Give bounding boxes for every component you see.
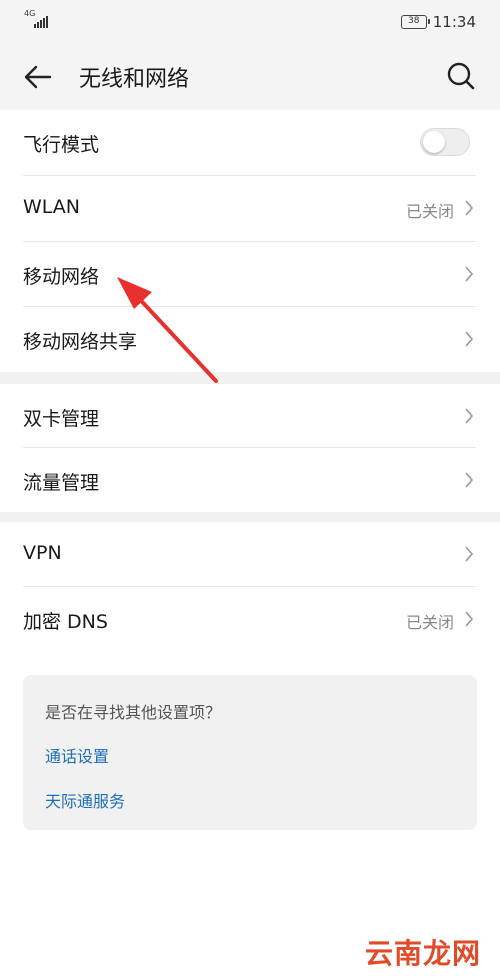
mobile-network-row[interactable]: 移动网络 (0, 242, 500, 306)
row-label: 双卡管理 (23, 408, 100, 430)
vpn-row[interactable]: VPN (0, 522, 500, 586)
toggle-knob (423, 131, 445, 153)
watermark-logo: 云南龙网 (365, 937, 482, 970)
back-button[interactable] (22, 62, 54, 92)
call-settings-link[interactable]: 通话设置 (45, 743, 109, 767)
airplane-mode-row[interactable]: 飞行模式 (0, 110, 500, 174)
chevron-right-icon (465, 408, 474, 424)
row-value: 已关闭 (405, 202, 454, 221)
search-button[interactable] (446, 61, 476, 91)
airplane-mode-toggle[interactable] (420, 128, 470, 156)
row-label: WLAN (23, 196, 81, 218)
chevron-right-icon (465, 266, 474, 282)
status-time: 11:34 (432, 13, 476, 31)
network-type: 4G (24, 9, 36, 18)
chevron-right-icon (465, 472, 474, 488)
row-label: 加密 DNS (23, 611, 108, 633)
row-label: 移动网络 (23, 266, 100, 288)
row-label: 移动网络共享 (23, 331, 138, 353)
row-label: VPN (23, 542, 62, 564)
section-gap (0, 372, 500, 384)
data-usage-row[interactable]: 流量管理 (0, 448, 500, 512)
arrow-left-icon (24, 65, 52, 89)
signal-icon: 4G (24, 10, 54, 30)
chevron-right-icon (465, 200, 474, 216)
battery-level: 38 (408, 16, 420, 26)
wlan-row[interactable]: WLAN 已关闭 (0, 176, 500, 240)
suggestions-card: 是否在寻找其他设置项？ 通话设置 天际通服务 (23, 675, 477, 830)
row-label: 飞行模式 (23, 134, 100, 156)
status-bar: 4G 38 11:34 (0, 0, 500, 44)
suggestions-question: 是否在寻找其他设置项？ (45, 703, 222, 722)
chevron-right-icon (465, 611, 474, 627)
row-value: 已关闭 (405, 613, 454, 632)
chevron-right-icon (465, 331, 474, 347)
section-gap (0, 512, 500, 522)
chevron-right-icon (465, 546, 474, 562)
skytone-service-link[interactable]: 天际通服务 (45, 788, 125, 812)
encrypted-dns-row[interactable]: 加密 DNS 已关闭 (0, 587, 500, 651)
app-header: 无线和网络 (0, 44, 500, 110)
battery-icon: 38 (400, 15, 430, 29)
search-icon (447, 62, 475, 90)
row-label: 流量管理 (23, 472, 100, 494)
tethering-row[interactable]: 移动网络共享 (0, 307, 500, 371)
page-title: 无线和网络 (79, 67, 190, 92)
dual-sim-row[interactable]: 双卡管理 (0, 384, 500, 448)
